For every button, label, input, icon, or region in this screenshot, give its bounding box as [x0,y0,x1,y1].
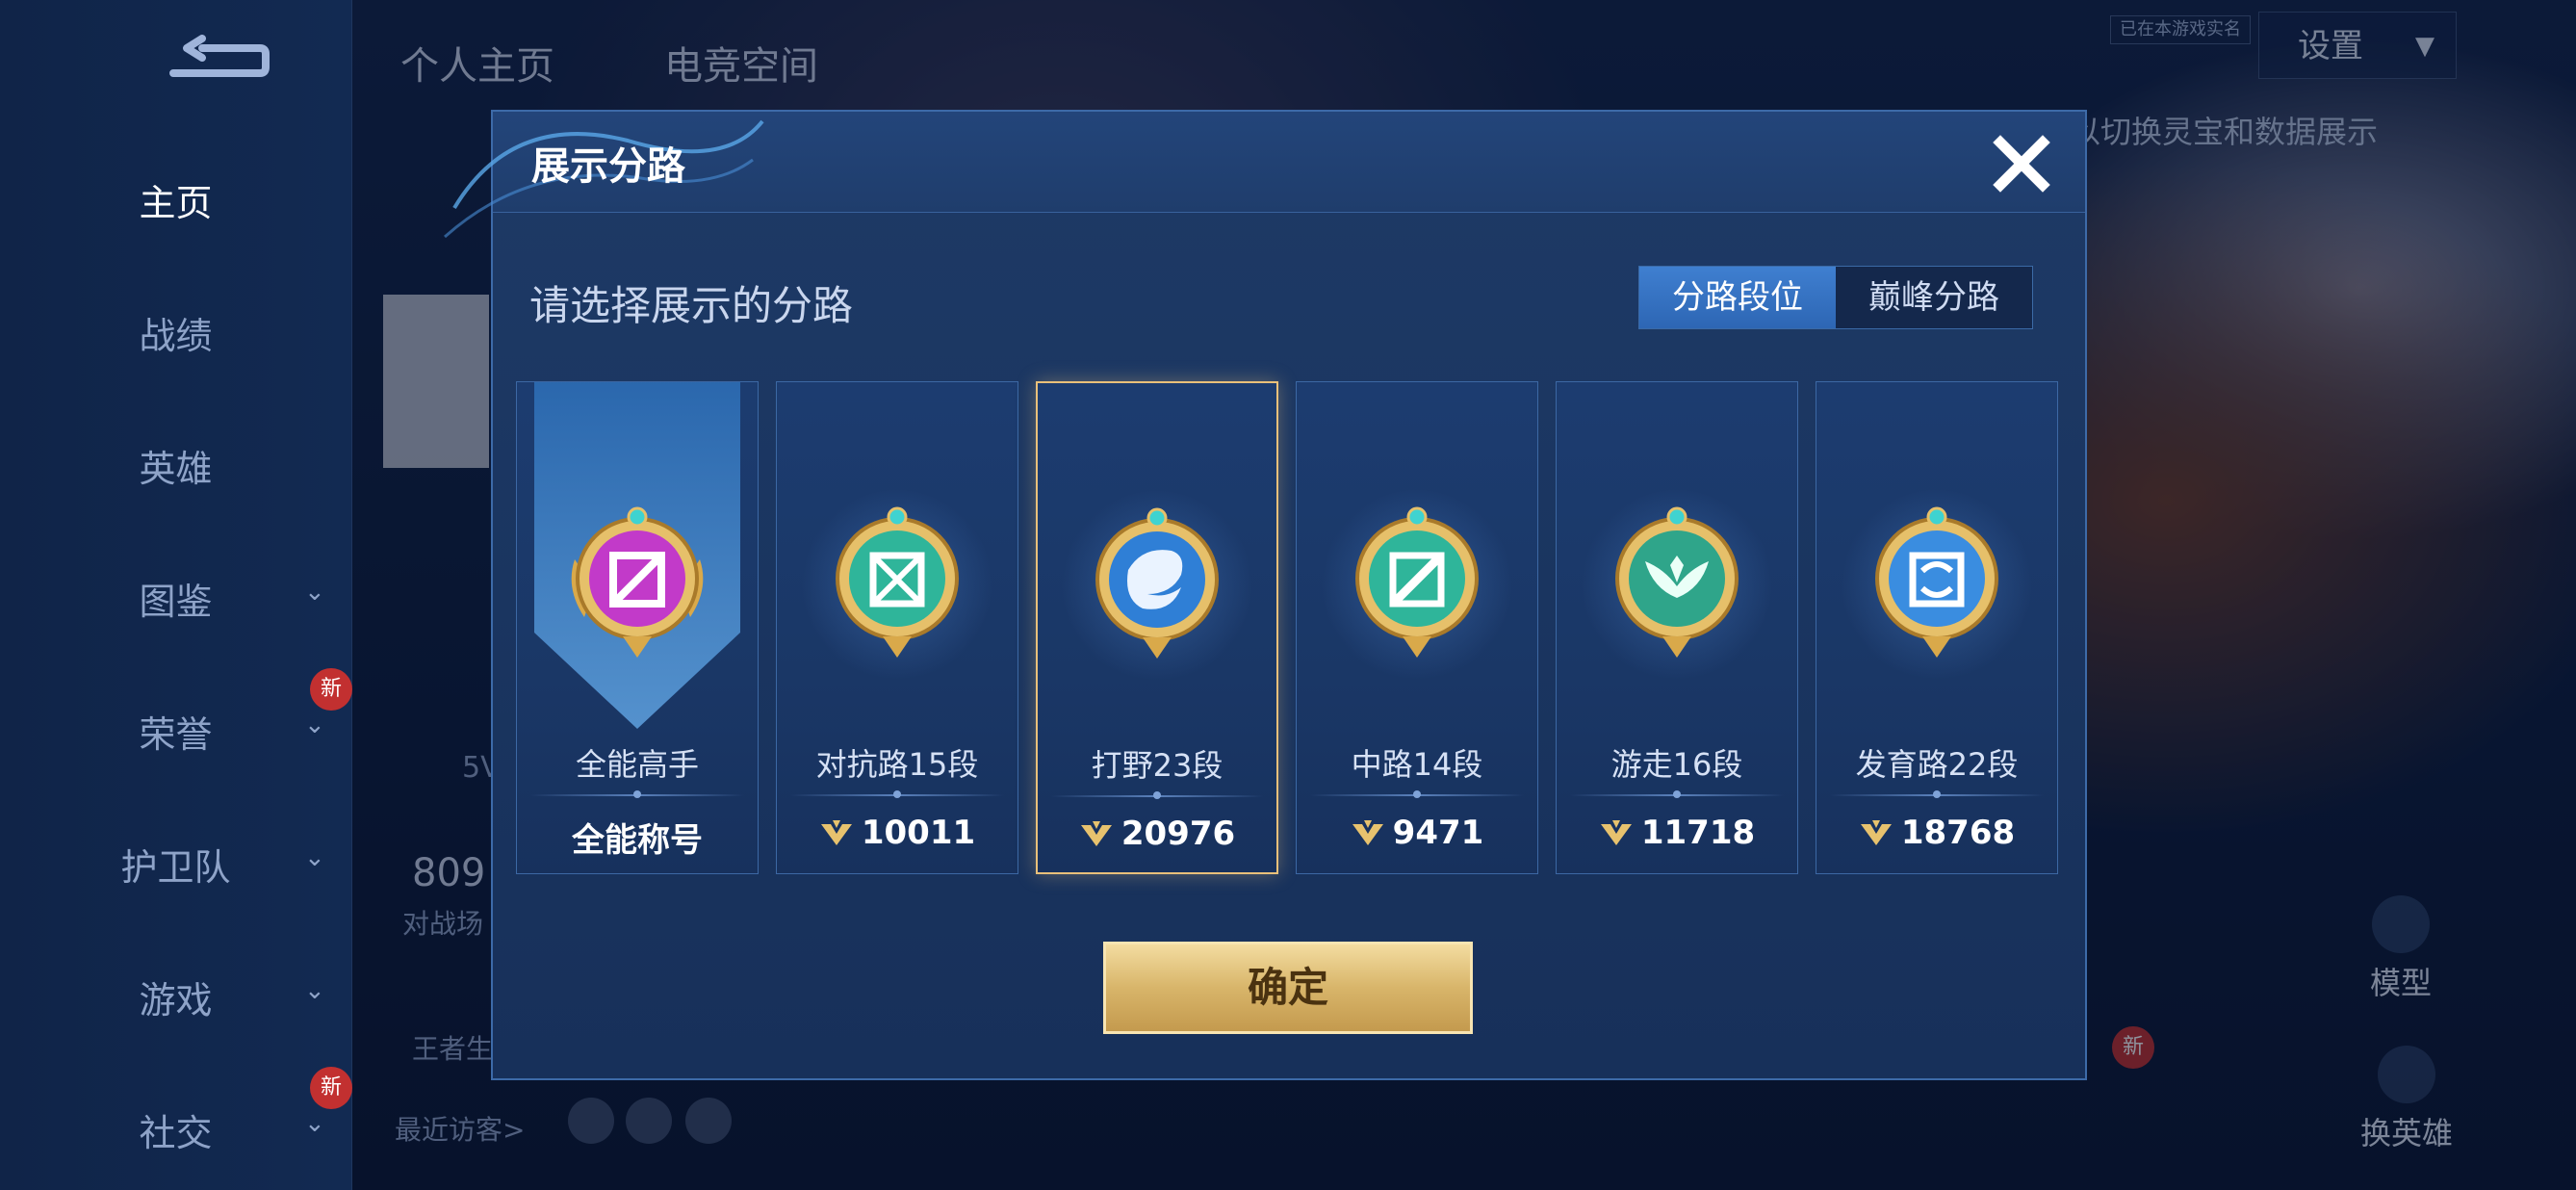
lane-card-farm[interactable]: 发育路22段 18768 [1816,381,2058,874]
lane-label: 发育路22段 [1855,746,2019,783]
left-nav: 主页 战绩 英雄 图鉴 ⌄ 荣誉 ⌄ 新 护卫队 ⌄ 游戏 ⌄ 社交 ⌄ 新 [0,0,352,1190]
lane-card-jungle[interactable]: 打野23段 20976 [1036,381,1278,874]
card-divider [790,790,1004,798]
lane-label: 中路14段 [1351,746,1483,783]
card-divider [1051,791,1263,799]
score-value: 全能称号 [572,821,703,860]
rank-points-icon [1352,820,1383,845]
nav-item-honor[interactable]: 荣誉 ⌄ [0,705,351,758]
new-badge: 新 [310,1067,352,1109]
nav-item-heroes[interactable]: 英雄 [0,439,351,492]
card-divider [1310,790,1524,798]
segment-lane-rank[interactable]: 分路段位 [1639,267,1836,328]
confirm-button[interactable]: 确定 [1103,942,1473,1034]
lane-label: 打野23段 [1091,747,1224,784]
nav-label: 社交 [139,1112,213,1154]
score-value: 9471 [1392,814,1484,852]
lane-score: 10011 [777,814,1018,852]
chevron-down-icon: ⌄ [304,1109,325,1138]
card-divider [530,790,744,798]
score-value: 11718 [1640,814,1756,852]
new-badge: 新 [310,668,352,711]
rank-points-icon [1600,820,1632,845]
rank-points-icon [1860,820,1892,845]
lane-card-mid[interactable]: 中路14段 9471 [1296,381,1538,874]
jungle-dragon-emblem-icon [1095,507,1219,659]
lane-score: 11718 [1557,814,1797,852]
score-value: 20976 [1121,815,1236,853]
card-divider [1570,790,1784,798]
lane-label: 全能高手 [575,746,699,783]
nav-item-social[interactable]: 社交 ⌄ [0,1103,351,1156]
score-value: 18768 [1900,814,2016,852]
nav-label: 英雄 [139,448,213,490]
lane-score: 20976 [1038,815,1276,853]
all-round-emblem-icon [571,506,704,658]
chevron-down-icon: ⌄ [304,843,325,872]
chevron-down-icon: ⌄ [304,976,325,1005]
close-icon[interactable] [1987,129,2056,198]
lane-label: 游走16段 [1610,746,1743,783]
dialog-subtitle: 请选择展示的分路 [529,282,854,329]
nav-label: 主页 [139,182,213,224]
nav-item-games[interactable]: 游戏 ⌄ [0,970,351,1023]
nav-label: 游戏 [139,979,213,1022]
clash-lane-emblem-icon [836,506,959,658]
roam-emblem-icon [1615,506,1739,658]
dialog-title: 展示分路 [531,144,685,189]
card-divider [1830,790,2044,798]
segment-peak-lane[interactable]: 巅峰分路 [1836,267,2032,328]
lane-card-roam[interactable]: 游走16段 11718 [1556,381,1798,874]
lane-score: 18768 [1816,814,2057,852]
back-icon[interactable] [164,35,270,87]
lane-mode-segment: 分路段位 巅峰分路 [1638,266,2033,329]
lane-score: 全能称号 [517,814,758,861]
lane-score: 9471 [1297,814,1537,852]
nav-label: 图鉴 [139,581,213,623]
nav-item-home[interactable]: 主页 [0,173,351,226]
rank-points-icon [820,820,852,845]
lane-card-all-round[interactable]: 全能高手 全能称号 [516,381,759,874]
nav-label: 护卫队 [120,846,231,889]
chevron-down-icon: ⌄ [304,578,325,607]
nav-label: 战绩 [139,315,213,357]
score-value: 10011 [861,814,976,852]
lane-card-clash[interactable]: 对抗路15段 10011 [776,381,1018,874]
nav-item-guard[interactable]: 护卫队 ⌄ [0,838,351,891]
chevron-down-icon: ⌄ [304,711,325,739]
nav-item-codex[interactable]: 图鉴 ⌄ [0,572,351,625]
nav-item-records[interactable]: 战绩 [0,306,351,359]
rank-points-icon [1080,821,1112,846]
lane-display-dialog: 展示分路 请选择展示的分路 分路段位 巅峰分路 全能高手 全能称号 对抗路15段… [444,110,2087,1080]
farm-lane-emblem-icon [1875,506,1998,658]
nav-label: 荣誉 [139,713,213,756]
lane-label: 对抗路15段 [815,746,979,783]
mid-lane-emblem-icon [1355,506,1479,658]
